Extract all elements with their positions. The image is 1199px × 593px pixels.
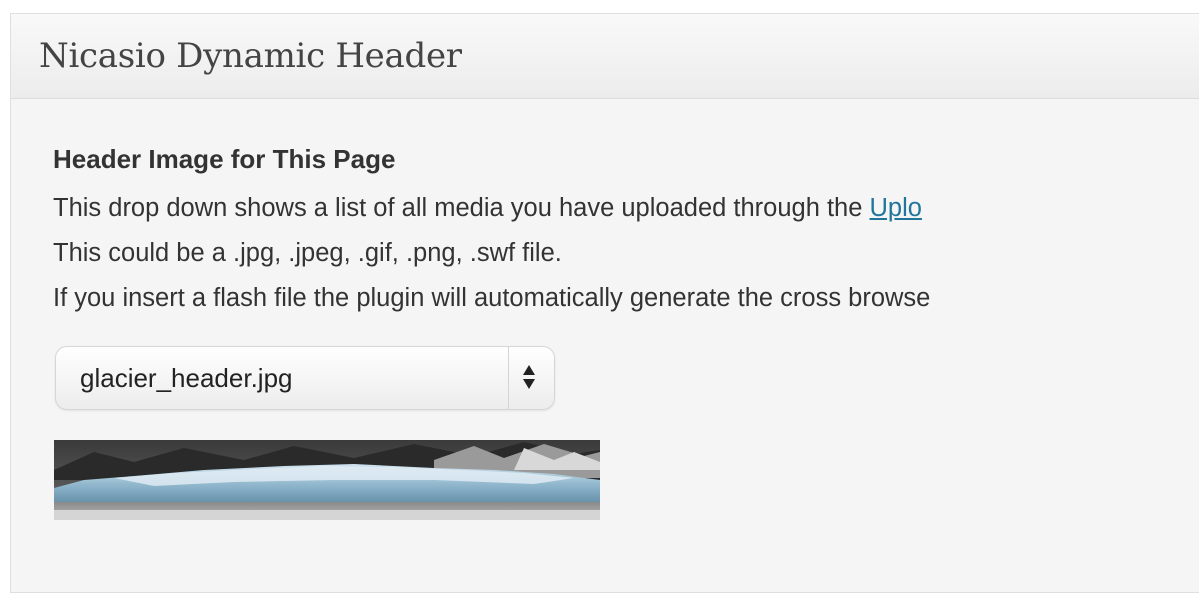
metabox-nicasio-dynamic-header: Nicasio Dynamic Header Header Image for … bbox=[10, 13, 1199, 593]
header-image-select[interactable]: glacier_header.jpg bbox=[55, 346, 555, 410]
header-image-select-value: glacier_header.jpg bbox=[80, 363, 293, 393]
field-heading: Header Image for This Page bbox=[53, 144, 396, 174]
upload-link[interactable]: Uplo bbox=[870, 194, 922, 222]
header-image-preview bbox=[54, 440, 600, 520]
updown-arrows-icon[interactable] bbox=[522, 364, 536, 390]
description-line-1-text: This drop down shows a list of all media… bbox=[53, 194, 870, 222]
select-divider bbox=[508, 347, 509, 409]
description-line-3: If you insert a flash file the plugin wi… bbox=[53, 284, 931, 312]
metabox-title: Nicasio Dynamic Header bbox=[39, 36, 462, 76]
description-line-2: This could be a .jpg, .jpeg, .gif, .png,… bbox=[53, 239, 562, 267]
metabox-header[interactable]: Nicasio Dynamic Header bbox=[11, 14, 1199, 99]
description-line-1: This drop down shows a list of all media… bbox=[53, 194, 922, 223]
